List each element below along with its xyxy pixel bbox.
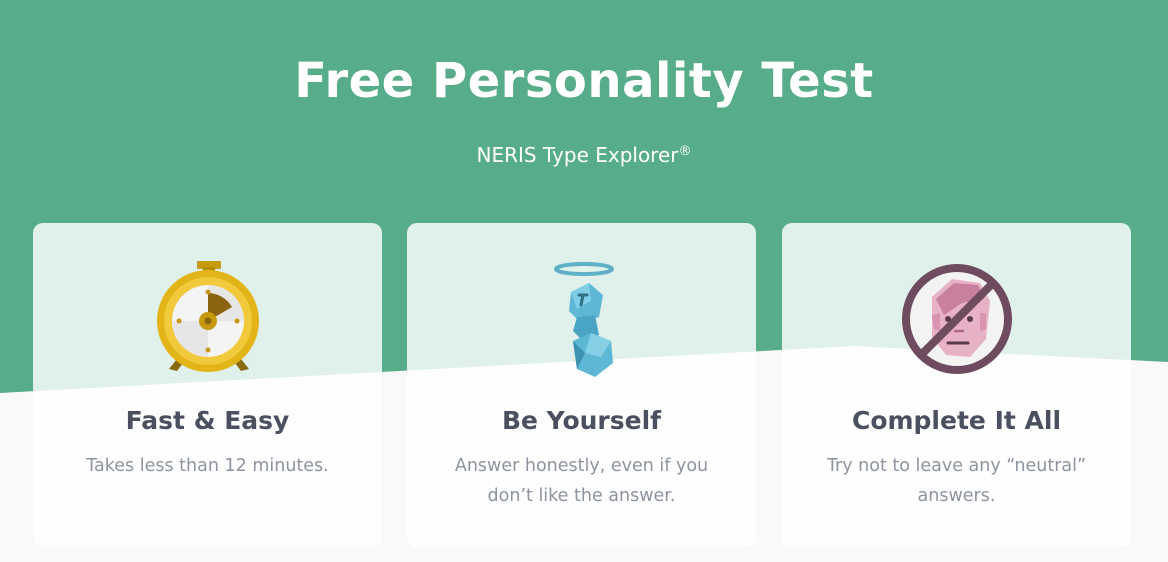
card-description: Takes less than 12 minutes.: [86, 456, 329, 476]
feature-card-be-yourself: Be Yourself Answer honestly, even if you…: [407, 223, 756, 547]
card-title: Complete It All: [851, 406, 1062, 435]
card-title: Be Yourself: [501, 406, 662, 435]
card-description: Try not to leave any “neutral” answers.: [826, 456, 1087, 506]
halo-figure-icon: [554, 262, 614, 377]
card-description: Answer honestly, even if you don’t like …: [454, 456, 709, 506]
page-title: Free Personality Test: [294, 53, 874, 109]
page-subtitle: NERIS Type Explorer®: [0, 137, 1168, 170]
feature-card-complete-it-all: Complete It All Try not to leave any “ne…: [782, 223, 1131, 547]
subtitle-text: NERIS Type Explorer: [476, 143, 679, 167]
card-title: Fast & Easy: [125, 406, 290, 435]
no-neutral-face-icon: [902, 264, 1012, 374]
stopwatch-icon: [157, 261, 259, 372]
registered-mark: ®: [678, 144, 692, 159]
feature-card-fast-easy: Fast & Easy Takes less than 12 minutes.: [33, 223, 382, 547]
